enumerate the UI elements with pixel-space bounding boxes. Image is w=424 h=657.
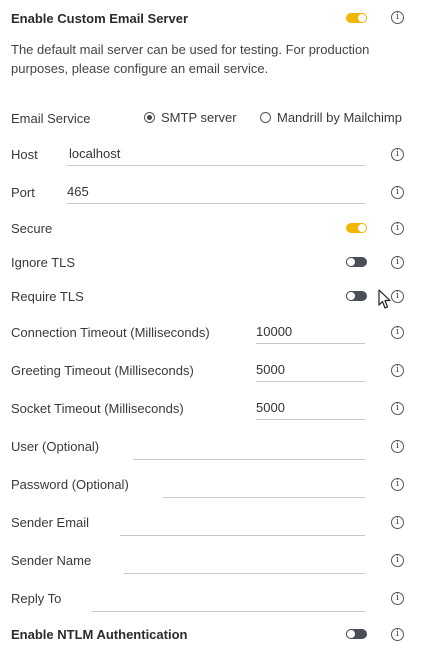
secure-label: Secure [11, 221, 53, 236]
greeting-timeout-value: 5000 [256, 362, 285, 377]
info-icon[interactable]: i [391, 478, 404, 491]
email-service-label: Email Service [11, 111, 91, 126]
info-icon[interactable]: i [391, 628, 404, 641]
sender-name-label: Sender Name [11, 553, 92, 568]
reply-to-input[interactable] [92, 589, 365, 612]
user-label: User (Optional) [11, 439, 100, 454]
port-input[interactable]: 465 [67, 181, 365, 204]
reply-to-label: Reply To [11, 591, 62, 606]
require-tls-label: Require TLS [11, 289, 84, 304]
secure-toggle[interactable] [346, 223, 367, 233]
info-icon[interactable]: i [391, 186, 404, 199]
ntlm-toggle[interactable] [346, 629, 367, 639]
info-icon[interactable]: i [391, 222, 404, 235]
radio-mandrill-label: Mandrill by Mailchimp [277, 110, 402, 125]
host-value: localhost [69, 146, 121, 161]
connection-timeout-label: Connection Timeout (Milliseconds) [11, 325, 210, 340]
greeting-timeout-input[interactable]: 5000 [256, 359, 365, 382]
ignore-tls-label: Ignore TLS [11, 255, 76, 270]
info-icon[interactable]: i [391, 554, 404, 567]
greeting-timeout-label: Greeting Timeout (Milliseconds) [11, 363, 194, 378]
enable-custom-email-toggle[interactable] [346, 13, 367, 23]
connection-timeout-value: 10000 [256, 324, 293, 339]
socket-timeout-value: 5000 [256, 400, 285, 415]
info-icon[interactable]: i [391, 148, 404, 161]
require-tls-toggle[interactable] [346, 291, 367, 301]
connection-timeout-input[interactable]: 10000 [256, 321, 365, 344]
info-icon[interactable]: i [391, 364, 404, 377]
socket-timeout-input[interactable]: 5000 [256, 397, 365, 420]
radio-smtp[interactable]: SMTP server [144, 110, 237, 125]
port-value: 465 [67, 184, 89, 199]
info-icon[interactable]: i [391, 516, 404, 529]
sender-email-label: Sender Email [11, 515, 90, 530]
sender-email-input[interactable] [120, 513, 365, 536]
socket-timeout-label: Socket Timeout (Milliseconds) [11, 401, 184, 416]
info-icon[interactable]: i [391, 326, 404, 339]
sender-name-input[interactable] [124, 551, 365, 574]
ignore-tls-toggle[interactable] [346, 257, 367, 267]
info-icon[interactable]: i [391, 11, 404, 24]
section-description: The default mail server can be used for … [11, 42, 370, 76]
password-label: Password (Optional) [11, 477, 129, 492]
info-icon[interactable]: i [391, 290, 404, 303]
mouse-pointer-icon [378, 289, 391, 309]
radio-selected-icon [144, 112, 155, 123]
info-icon[interactable]: i [391, 592, 404, 605]
info-icon[interactable]: i [391, 402, 404, 415]
section-title: Enable Custom Email Server [11, 11, 189, 26]
info-icon[interactable]: i [391, 256, 404, 269]
user-input[interactable] [133, 437, 365, 460]
host-input[interactable]: localhost [67, 143, 365, 166]
ntlm-title: Enable NTLM Authentication [11, 627, 188, 642]
password-input[interactable] [163, 475, 365, 498]
host-label: Host [11, 147, 38, 162]
radio-unselected-icon [260, 112, 271, 123]
radio-mandrill[interactable]: Mandrill by Mailchimp [260, 110, 402, 125]
radio-smtp-label: SMTP server [161, 110, 237, 125]
info-icon[interactable]: i [391, 440, 404, 453]
toggle-knob [357, 13, 367, 23]
port-label: Port [11, 185, 35, 200]
